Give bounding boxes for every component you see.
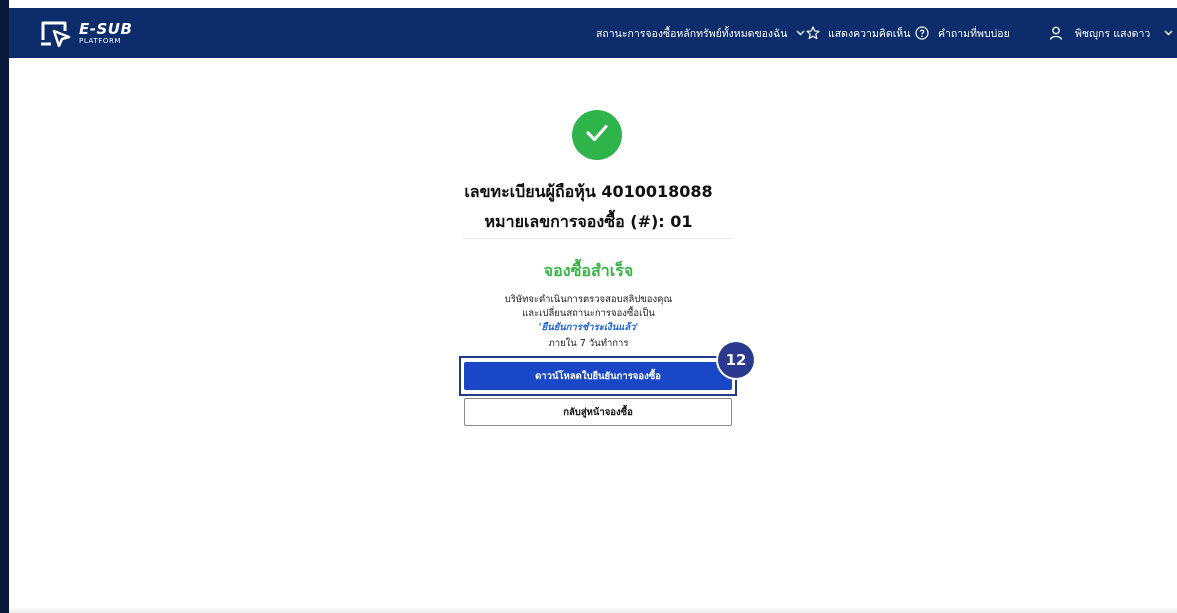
nav-subscriptions-label: สถานะการจองซื้อหลักทรัพย์ทั้งหมดของฉัน	[596, 27, 788, 40]
chevron-down-icon	[1164, 30, 1173, 36]
shareholder-registration: เลขทะเบียนผู้ถือหุ้น 4010018088	[464, 182, 713, 201]
description-line-2: และเปลี่ยนสถานะการจองซื้อเป็น	[522, 308, 655, 319]
bottom-edge	[9, 607, 1177, 613]
subscription-number: หมายเลขการจองซื้อ (#): 01	[484, 212, 693, 231]
user-icon	[1049, 26, 1063, 40]
user-menu[interactable]: พิชญุกร แสงดาว	[1049, 8, 1173, 58]
logo-subtitle: PLATFORM	[79, 36, 122, 45]
download-confirmation-button[interactable]: ดาวน์โหลดใบยืนยันการจองซื้อ	[464, 362, 732, 390]
nav-feedback-label: แสดงความคิดเห็น	[828, 27, 911, 40]
top-strip	[9, 0, 1177, 8]
success-title: จองซื้อสำเร็จ	[543, 261, 634, 280]
esub-logo-icon	[39, 19, 73, 47]
question-circle-icon	[915, 26, 929, 40]
chevron-down-icon	[796, 30, 805, 36]
description-line-3: ภายใน 7 วันทำการ	[548, 338, 629, 349]
nav-faq-label: คำถามที่พบบ่อย	[938, 27, 1010, 40]
back-to-subscription-button[interactable]: กลับสู่หน้าจองซื้อ	[464, 398, 732, 426]
top-navigation-bar: E-SUB PLATFORM สถานะการจองซื้อหลักทรัพย์…	[9, 8, 1177, 58]
divider	[463, 238, 733, 239]
logo-title: E-SUB	[79, 19, 133, 38]
payment-confirmed-status: 'ยืนยันการชำระเงินแล้ว'	[538, 322, 639, 333]
star-outline-icon	[806, 26, 820, 40]
description-line-1: บริษัทจะดำเนินการตรวจสอบสลิปของคุณ	[504, 294, 673, 305]
esub-logo[interactable]: E-SUB PLATFORM	[39, 19, 132, 47]
nav-faq[interactable]: คำถามที่พบบ่อย	[915, 8, 1010, 58]
step-number-badge: 12	[718, 342, 754, 378]
nav-subscriptions[interactable]: สถานะการจองซื้อหลักทรัพย์ทั้งหมดของฉัน	[596, 8, 805, 58]
check-icon	[585, 123, 609, 147]
success-check-badge	[572, 110, 622, 160]
nav-feedback[interactable]: แสดงความคิดเห็น	[806, 8, 910, 58]
user-name: พิชญุกร แสงดาว	[1075, 27, 1151, 40]
